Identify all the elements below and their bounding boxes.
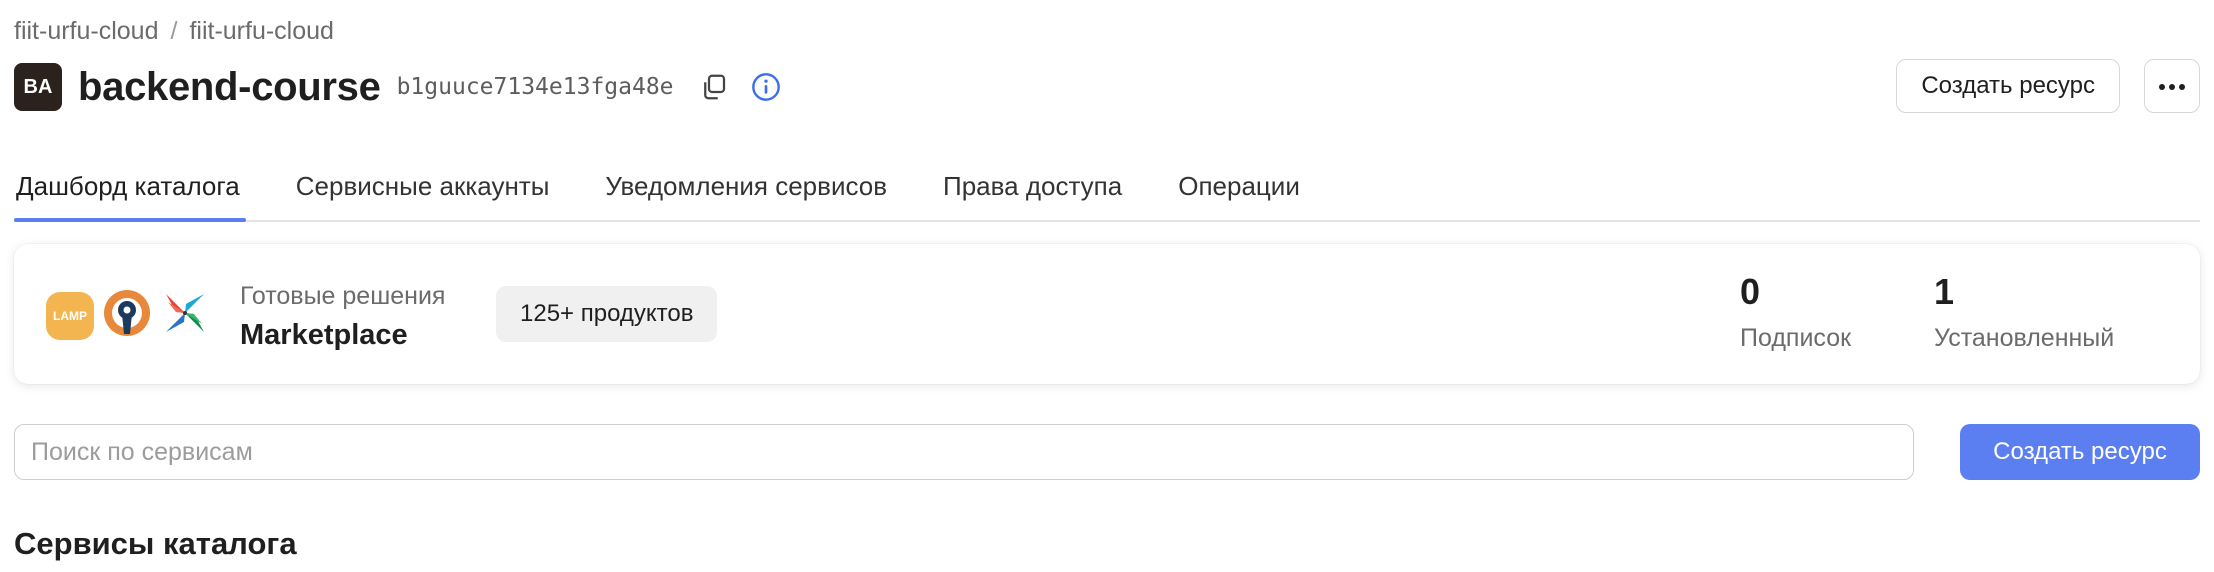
project-id: b1guuce7134e13fga48e (396, 74, 674, 100)
create-resource-button[interactable]: Создать ресурс (1960, 424, 2200, 480)
stat-installed-value: 1 (1934, 271, 1955, 312)
products-count-badge[interactable]: 125+ продуктов (496, 286, 718, 342)
more-actions-button[interactable] (2144, 59, 2200, 113)
search-input[interactable] (14, 424, 1914, 480)
search-row: Создать ресурс (14, 424, 2200, 482)
lamp-logo: LAMP (46, 291, 94, 340)
tab-access-rights[interactable]: Права доступа (941, 152, 1124, 220)
marketplace-subtitle: Готовые решения (240, 282, 446, 310)
info-icon[interactable] (746, 67, 786, 107)
header-actions: Создать ресурс (1896, 59, 2200, 113)
breadcrumb-item-folder[interactable]: fiit-urfu-cloud (189, 17, 334, 46)
stat-subscriptions-value: 0 (1740, 271, 1761, 312)
section-title: Сервисы каталога (14, 526, 297, 561)
marketplace-logos: LAMP (46, 288, 210, 343)
page-title: backend-course (78, 64, 381, 109)
copy-icon[interactable] (694, 67, 734, 107)
tab-catalog-dashboard[interactable]: Дашборд каталога (14, 152, 246, 222)
stat-subscriptions[interactable]: 0 Подписок (1740, 270, 1851, 354)
marketplace-card[interactable]: LAMP Готовые решения Marketplace 125+ пр… (14, 244, 2200, 384)
page: fiit-urfu-cloud / fiit-urfu-cloud BA bac… (14, 0, 2200, 572)
tab-operations[interactable]: Операции (1176, 152, 1302, 220)
stat-installed[interactable]: 1 Установленный (1934, 270, 2114, 354)
tabs: Дашборд каталога Сервисные аккаунты Увед… (14, 152, 2200, 222)
breadcrumb-item-cloud[interactable]: fiit-urfu-cloud (14, 17, 159, 46)
tab-service-accounts[interactable]: Сервисные аккаунты (294, 152, 552, 220)
stat-subscriptions-label: Подписок (1740, 324, 1852, 352)
breadcrumb: fiit-urfu-cloud / fiit-urfu-cloud (14, 14, 334, 48)
stat-installed-label: Установленный (1934, 324, 2115, 352)
project-header: BA backend-course b1guuce7134e13fga48e С… (14, 58, 2200, 116)
airflow-logo (160, 288, 210, 343)
openvpn-logo (102, 288, 152, 343)
project-avatar: BA (14, 63, 62, 111)
ellipsis-icon (2158, 79, 2186, 94)
breadcrumb-separator: / (170, 16, 178, 45)
tab-service-notifications[interactable]: Уведомления сервисов (603, 152, 889, 220)
marketplace-title: Marketplace (240, 319, 408, 351)
create-resource-button-header[interactable]: Создать ресурс (1896, 59, 2120, 113)
marketplace-text: Готовые решения Marketplace (240, 280, 445, 352)
